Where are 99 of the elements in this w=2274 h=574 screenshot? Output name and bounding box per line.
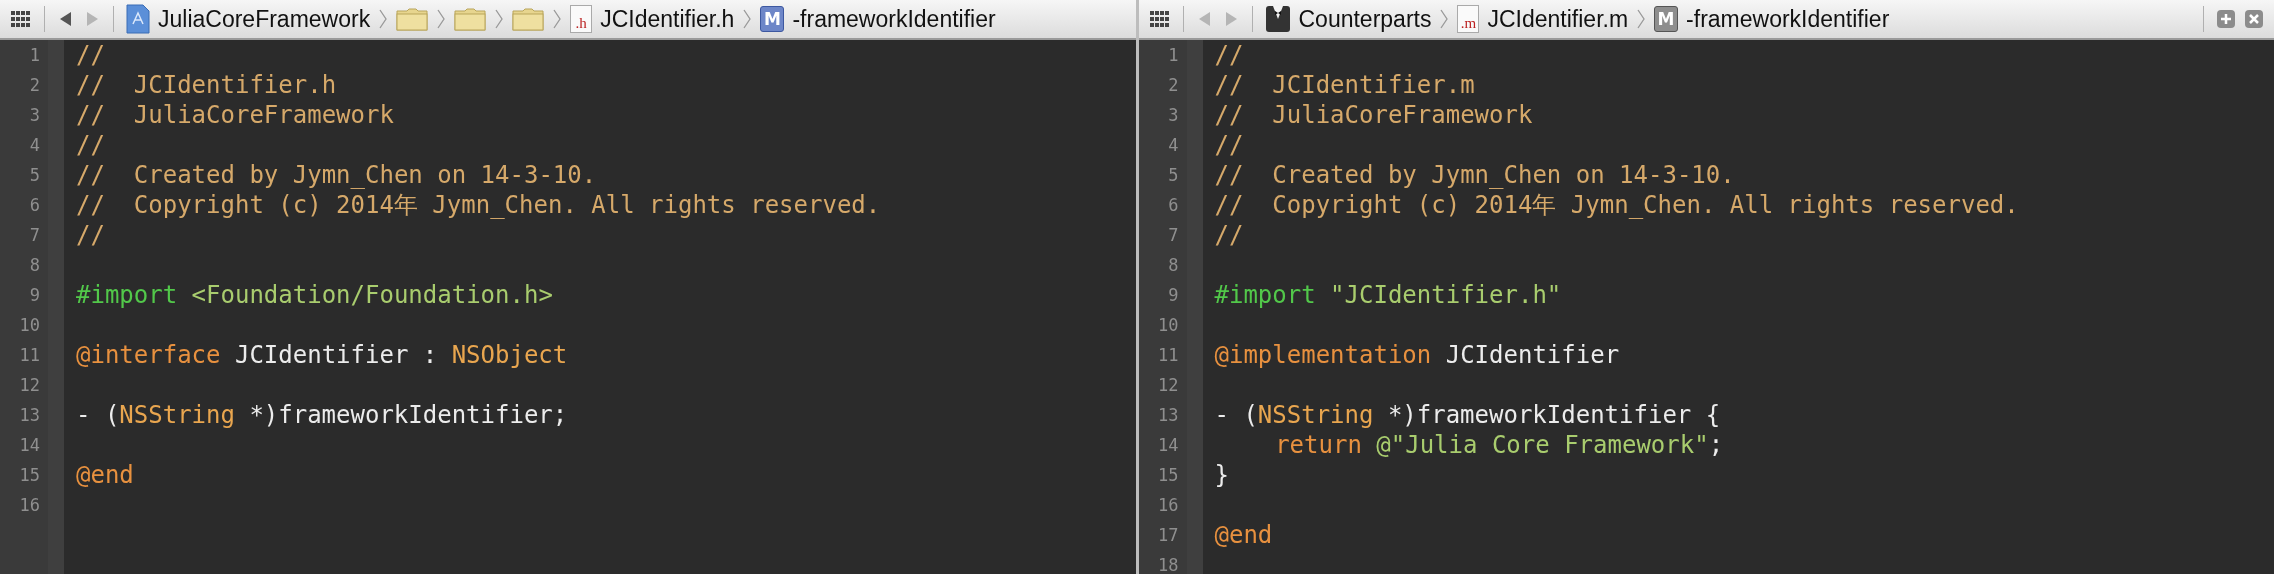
chevron-icon (1636, 8, 1647, 30)
line-number: 12 (18, 374, 41, 397)
code-token: : (422, 341, 438, 369)
line-number: 7 (28, 224, 41, 247)
line-number: 2 (1167, 74, 1180, 97)
chevron-icon (1439, 8, 1450, 30)
line-number: 13 (1157, 404, 1180, 427)
line-number: 5 (1167, 164, 1180, 187)
code-token: // JuliaCoreFramework (1214, 101, 1533, 129)
line-number: 6 (28, 194, 41, 217)
code-token: *)frameworkIdentifier (1387, 401, 1692, 429)
source-file-icon[interactable]: .h (570, 5, 593, 33)
breadcrumb-item[interactable]: -frameworkIdentifier (792, 5, 996, 33)
line-number: 15 (1157, 464, 1180, 487)
code-token: - (1214, 401, 1229, 429)
code-token: JCIdentifier (1445, 341, 1620, 369)
code-token: NSString (119, 401, 235, 429)
code-token: // (76, 131, 105, 159)
line-number: 15 (18, 464, 41, 487)
add-editor-icon[interactable] (2216, 9, 2236, 29)
code-token: NSObject (451, 341, 568, 369)
line-number: 11 (1157, 344, 1180, 367)
folder-icon[interactable] (454, 7, 487, 31)
code-token: @end (1214, 521, 1273, 549)
folder-icon[interactable] (396, 7, 429, 31)
line-number: 9 (28, 284, 41, 307)
chevron-icon (494, 8, 505, 30)
chevron-icon (552, 8, 563, 30)
related-items-icon[interactable] (10, 10, 32, 28)
code-token: #import (76, 281, 178, 309)
line-number: 7 (1167, 224, 1180, 247)
line-number: 10 (1157, 314, 1180, 337)
code-token: // (1214, 131, 1244, 159)
line-number: 18 (1157, 554, 1180, 574)
folder-icon[interactable] (512, 7, 545, 31)
line-number: 16 (18, 494, 41, 517)
code-token: @end (76, 461, 134, 489)
line-number: 11 (18, 344, 41, 367)
line-number: 10 (18, 314, 41, 337)
chevron-icon (742, 8, 753, 30)
code-token: @"Julia Core Framework" (1376, 431, 1709, 459)
code-token: // Copyright (c) 2014年 Jymn_Chen. All rights reserved. (76, 190, 881, 221)
line-number: 1 (28, 44, 41, 67)
line-number: 17 (1157, 524, 1180, 547)
code-token: { (1705, 401, 1721, 429)
line-number: 5 (28, 164, 41, 187)
line-number: 8 (1167, 254, 1180, 277)
code-token: @interface (76, 341, 221, 369)
code-token: return (1275, 431, 1362, 459)
line-number: 1 (1167, 44, 1180, 67)
line-number: 14 (1157, 434, 1180, 457)
breadcrumb-item[interactable]: Counterparts (1298, 5, 1432, 33)
code-token: ( (1243, 401, 1258, 429)
code-token: // (1214, 221, 1244, 249)
code-token: - (76, 401, 91, 429)
line-number: 8 (28, 254, 41, 277)
code-token: // (76, 221, 105, 249)
code-token: @implementation (1214, 341, 1432, 369)
line-number: 9 (1167, 284, 1180, 307)
code-token: NSString (1257, 401, 1374, 429)
breadcrumb-item[interactable]: JCIdentifier.m (1487, 5, 1629, 33)
breadcrumb-item[interactable]: -frameworkIdentifier (1686, 5, 1890, 33)
line-number: 13 (18, 404, 41, 427)
code-token: } (1214, 461, 1229, 489)
line-number: 16 (1157, 494, 1180, 517)
code-token: "JCIdentifier.h" (1330, 281, 1562, 309)
line-number: 4 (1167, 134, 1180, 157)
code-token: <Foundation/Foundation.h> (191, 281, 553, 309)
breadcrumb-item[interactable]: JuliaCoreFramework (158, 5, 371, 33)
line-number: 3 (28, 104, 41, 127)
code-token: JCIdentifier (234, 341, 409, 369)
line-number: 3 (1167, 104, 1180, 127)
source-file-icon[interactable]: .m (1457, 5, 1480, 33)
code-token: // JCIdentifier.m (1214, 71, 1475, 99)
line-number: 6 (1167, 194, 1180, 217)
chevron-icon (436, 8, 447, 30)
line-number: 14 (18, 434, 41, 457)
method-icon[interactable]: M (760, 6, 785, 32)
code-token: // Copyright (c) 2014年 Jymn_Chen. All rights reserved. (1214, 190, 2019, 221)
code-token: // Created by Jymn_Chen on 14-3-10. (1214, 161, 1735, 189)
tuxedo-icon[interactable] (1264, 5, 1291, 33)
code-token: ; (1708, 431, 1724, 459)
line-number: 12 (1157, 374, 1180, 397)
related-items-icon[interactable] (1148, 10, 1171, 28)
code-folding-ribbon[interactable] (48, 40, 64, 574)
line-number: 2 (28, 74, 41, 97)
code-token: // (1214, 41, 1244, 69)
code-token: // JCIdentifier.h (76, 71, 337, 99)
line-number: 4 (28, 134, 41, 157)
close-icon[interactable] (2244, 9, 2264, 29)
project-file-icon[interactable] (126, 4, 150, 34)
code-token: ( (104, 401, 120, 429)
chevron-icon (378, 8, 389, 30)
code-token: *)frameworkIdentifier; (249, 401, 568, 429)
code-token: // JuliaCoreFramework (76, 101, 394, 129)
code-token: // Created by Jymn_Chen on 14-3-10. (76, 161, 597, 189)
breadcrumb-item[interactable]: JCIdentifier.h (600, 5, 735, 33)
code-token: #import (1214, 281, 1316, 309)
code-token: // (76, 41, 105, 69)
